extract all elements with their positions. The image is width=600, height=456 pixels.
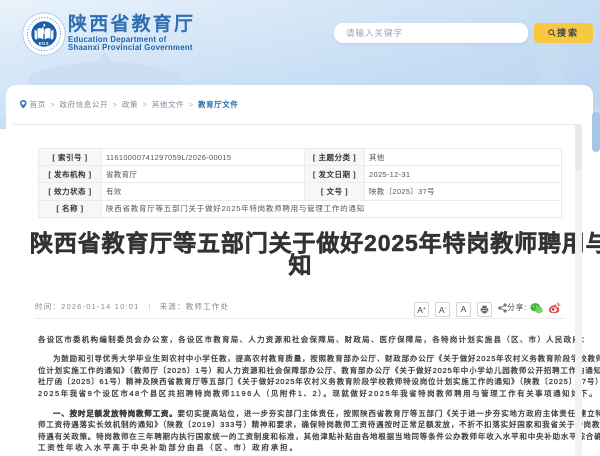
svg-text:EDS: EDS — [39, 41, 49, 46]
